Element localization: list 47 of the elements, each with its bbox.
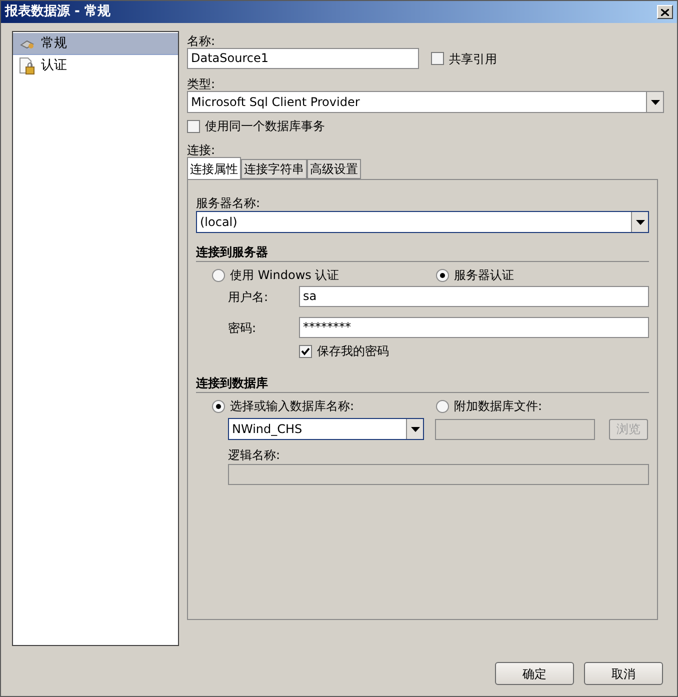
section-label: 连接:: [187, 142, 216, 157]
radio-label: 附加数据库文件:: [454, 398, 542, 415]
dialog-button[interactable]: 取消: [584, 662, 663, 685]
name-field[interactable]: DataSource1: [187, 48, 419, 69]
dialog-button[interactable]: 确定: [495, 662, 574, 685]
field-label: 服务器名称:: [196, 195, 262, 211]
field-label: 名称:: [187, 33, 216, 48]
radio-button[interactable]: [212, 400, 225, 412]
checkbox-label: 共享引用: [449, 50, 497, 68]
dropdown-button[interactable]: [646, 92, 663, 112]
username-field[interactable]: sa: [299, 286, 649, 307]
checkbox[interactable]: [431, 52, 444, 65]
sidebar-item[interactable]: 常规: [13, 33, 178, 55]
close-icon: [661, 8, 669, 16]
sidebar-item[interactable]: 认证: [13, 55, 178, 77]
caret-icon: [650, 100, 660, 104]
caret-icon: [410, 426, 420, 432]
radio-button[interactable]: [436, 400, 449, 412]
checkbox[interactable]: [299, 344, 312, 358]
check-icon: [301, 346, 310, 356]
radio-button[interactable]: [212, 268, 225, 282]
dropdown-button[interactable]: [631, 212, 648, 232]
tab[interactable]: 连接字符串: [241, 159, 307, 179]
radio-label: 选择或输入数据库名称:: [230, 398, 354, 415]
document-lock-icon: [19, 57, 35, 75]
section-title: 连接到数据库: [196, 375, 269, 392]
checkbox-label: 使用同一个数据库事务: [205, 118, 325, 135]
radio-label: 服务器认证: [454, 267, 514, 284]
section-title: 连接到服务器: [196, 244, 269, 261]
password-field[interactable]: ********: [299, 317, 649, 338]
window-title: 报表数据源 - 常规: [5, 3, 110, 22]
close-button[interactable]: [657, 5, 673, 19]
caret-icon: [636, 220, 644, 224]
field-label: 用户名:: [228, 288, 270, 306]
checkbox[interactable]: [187, 120, 200, 132]
tab[interactable]: 连接属性: [187, 157, 241, 179]
field-label: 类型:: [187, 76, 216, 91]
radio-button[interactable]: [436, 268, 449, 282]
field-label: 密码:: [228, 320, 258, 336]
radio-label: 使用 Windows 认证: [230, 267, 340, 284]
dropdown-button[interactable]: [406, 419, 423, 439]
field-label: 逻辑名称:: [227, 447, 282, 462]
tab[interactable]: 高级设置: [307, 159, 361, 179]
checkbox-label: 保存我的密码: [317, 343, 389, 360]
server-dropdown[interactable]: (local): [196, 211, 649, 233]
type-dropdown[interactable]: Microsoft Sql Client Provider: [187, 91, 664, 113]
database-dropdown[interactable]: NWind_CHS: [228, 418, 424, 440]
